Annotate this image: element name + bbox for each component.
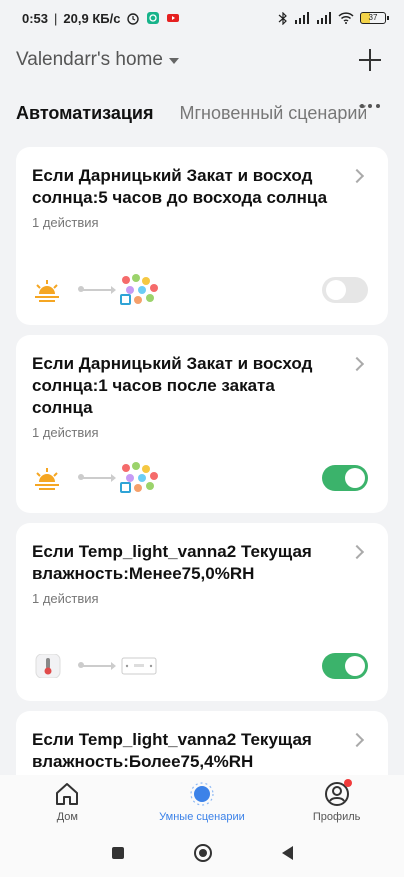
scene-lights-icon: [120, 274, 158, 306]
automation-title: Если Temp_light_vanna2 Текущая влажность…: [32, 730, 312, 771]
chevron-right-icon: [349, 168, 365, 184]
status-left: 0:53 | 20,9 КБ/с: [22, 11, 180, 26]
battery-icon: 37: [360, 12, 389, 24]
automation-card[interactable]: Если Temp_light_vanna2 Текущая влажность…: [16, 523, 388, 701]
automation-title: Если Дарницький Закат и восход солнца:1 …: [32, 354, 313, 417]
automation-flow: [32, 273, 368, 307]
status-divider: |: [54, 10, 58, 26]
home-button[interactable]: [193, 844, 212, 862]
nav-smart-scenes[interactable]: Умные сценарии: [142, 781, 262, 823]
sunrise-icon: [35, 280, 59, 302]
switch-device-icon: [121, 657, 157, 675]
status-time: 0:53: [22, 10, 49, 26]
nav-home-label: Дом: [56, 811, 78, 823]
status-bar: 0:53 | 20,9 КБ/с 37: [0, 0, 404, 36]
automation-list: Если Дарницький Закат и восход солнца:5 …: [16, 147, 388, 775]
automation-card[interactable]: Если Дарницький Закат и восход солнца:5 …: [16, 147, 388, 325]
bluetooth-icon: [278, 11, 287, 25]
scene-tabs: Автоматизация Мгновенный сценарий: [16, 96, 388, 130]
arrow-icon: [78, 474, 116, 482]
system-nav-bar: [0, 829, 404, 877]
automation-actions-count: 1 действия: [32, 215, 99, 230]
caret-down-icon: [168, 58, 179, 64]
automation-flow: [32, 649, 368, 683]
home-name: Valendarr's home: [16, 49, 163, 70]
status-right: 37: [278, 11, 389, 25]
scene-lights-icon: [120, 462, 158, 494]
home-icon: [56, 783, 79, 805]
chevron-right-icon: [349, 732, 365, 748]
profile-icon-wrap: [324, 779, 352, 807]
automation-card[interactable]: Если Temp_light_vanna2 Текущая влажность…: [16, 711, 388, 775]
chevron-right-icon: [349, 544, 365, 560]
signal-icon: [295, 12, 309, 24]
home-selector[interactable]: Valendarr's home: [16, 49, 179, 71]
youtube-icon: [167, 14, 180, 22]
alarm-icon: [127, 13, 140, 25]
automation-toggle[interactable]: [322, 277, 368, 303]
automation-title: Если Дарницький Закат и восход солнца:5 …: [32, 166, 328, 207]
nav-home[interactable]: Дом: [7, 781, 127, 823]
tab-tap-to-run[interactable]: Мгновенный сценарий: [180, 103, 366, 124]
signal-icon-2: [317, 12, 331, 24]
home-header: Valendarr's home: [0, 40, 404, 80]
automation-card[interactable]: Если Дарницький Закат и восход солнца:1 …: [16, 335, 388, 513]
arrow-icon: [78, 286, 116, 294]
recent-apps-button[interactable]: [111, 847, 124, 859]
arrow-icon: [78, 662, 116, 670]
status-network-speed: 20,9 КБ/с: [63, 10, 121, 26]
nav-smart-scenes-label: Умные сценарии: [159, 811, 245, 823]
nav-profile-label: Профиль: [312, 811, 361, 823]
more-icon[interactable]: [360, 104, 380, 108]
add-scene-button[interactable]: [358, 48, 382, 72]
tab-automation[interactable]: Автоматизация: [16, 103, 154, 124]
automation-actions-count: 1 действия: [32, 591, 99, 606]
wifi-icon: [338, 12, 354, 24]
automation-toggle[interactable]: [322, 653, 368, 679]
app-notification-icon: [147, 12, 160, 24]
thermometer-sensor-icon: [35, 654, 61, 678]
notification-badge: [343, 779, 352, 787]
automation-flow: [32, 461, 368, 495]
chevron-right-icon: [349, 356, 365, 372]
sunset-icon: [35, 468, 59, 490]
automation-actions-count: 1 действия: [32, 425, 99, 440]
smart-scene-icon: [190, 782, 214, 806]
nav-profile[interactable]: Профиль: [277, 779, 397, 823]
bottom-nav: Дом Умные сценарии Профиль: [0, 775, 404, 829]
automation-title: Если Temp_light_vanna2 Текущая влажность…: [32, 542, 312, 583]
automation-toggle[interactable]: [322, 465, 368, 491]
back-button[interactable]: [281, 846, 293, 860]
